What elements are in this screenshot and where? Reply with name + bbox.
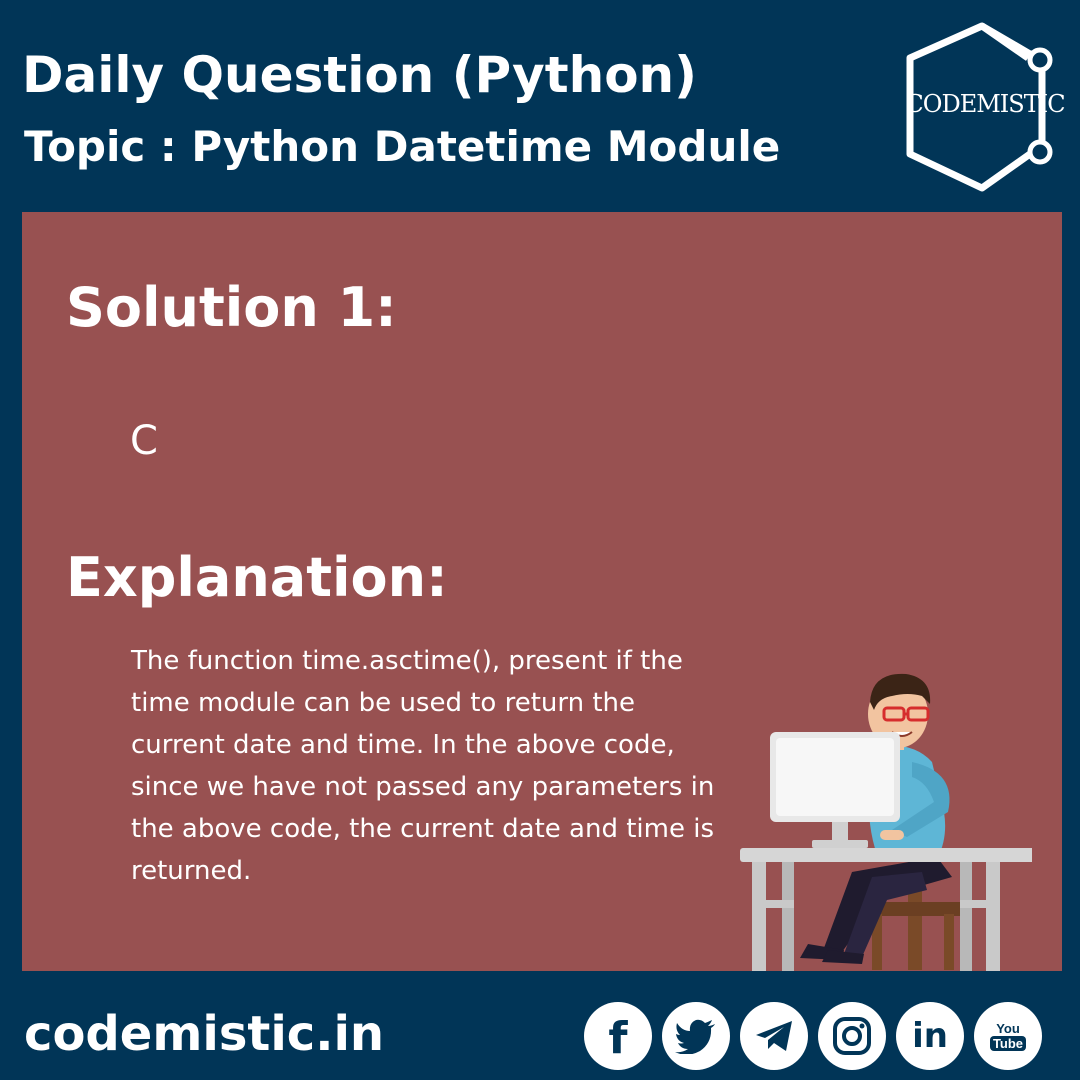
twitter-link[interactable] [662,1002,730,1070]
footer-website[interactable]: codemistic.in [24,1006,384,1062]
solution-heading: Solution 1: [66,276,397,339]
youtube-icon: You Tube [989,1022,1027,1051]
header-topic: Topic : Python Datetime Module [24,122,781,171]
social-links: f in You Tube [584,1002,1042,1070]
developer-at-desk-illustration [740,673,1032,971]
explanation-heading: Explanation: [66,546,448,609]
facebook-icon: f [608,1013,628,1064]
facebook-link[interactable]: f [584,1002,652,1070]
linkedin-link[interactable]: in [896,1002,964,1070]
header-title: Daily Question (Python) [22,46,697,104]
linkedin-icon: in [912,1016,948,1056]
telegram-icon [756,1021,792,1051]
codemistic-logo: CODEMISTIC [900,18,1070,198]
twitter-icon [675,1019,715,1054]
explanation-text: The function time.asctime(), present if … [131,646,715,886]
telegram-link[interactable] [740,1002,808,1070]
logo-text: CODEMISTIC [905,90,1065,118]
youtube-link[interactable]: You Tube [974,1002,1042,1070]
instagram-icon [833,1017,871,1055]
instagram-link[interactable] [818,1002,886,1070]
solution-panel: Solution 1: C Explanation: The function … [22,212,1062,971]
answer-value: C [130,418,158,464]
